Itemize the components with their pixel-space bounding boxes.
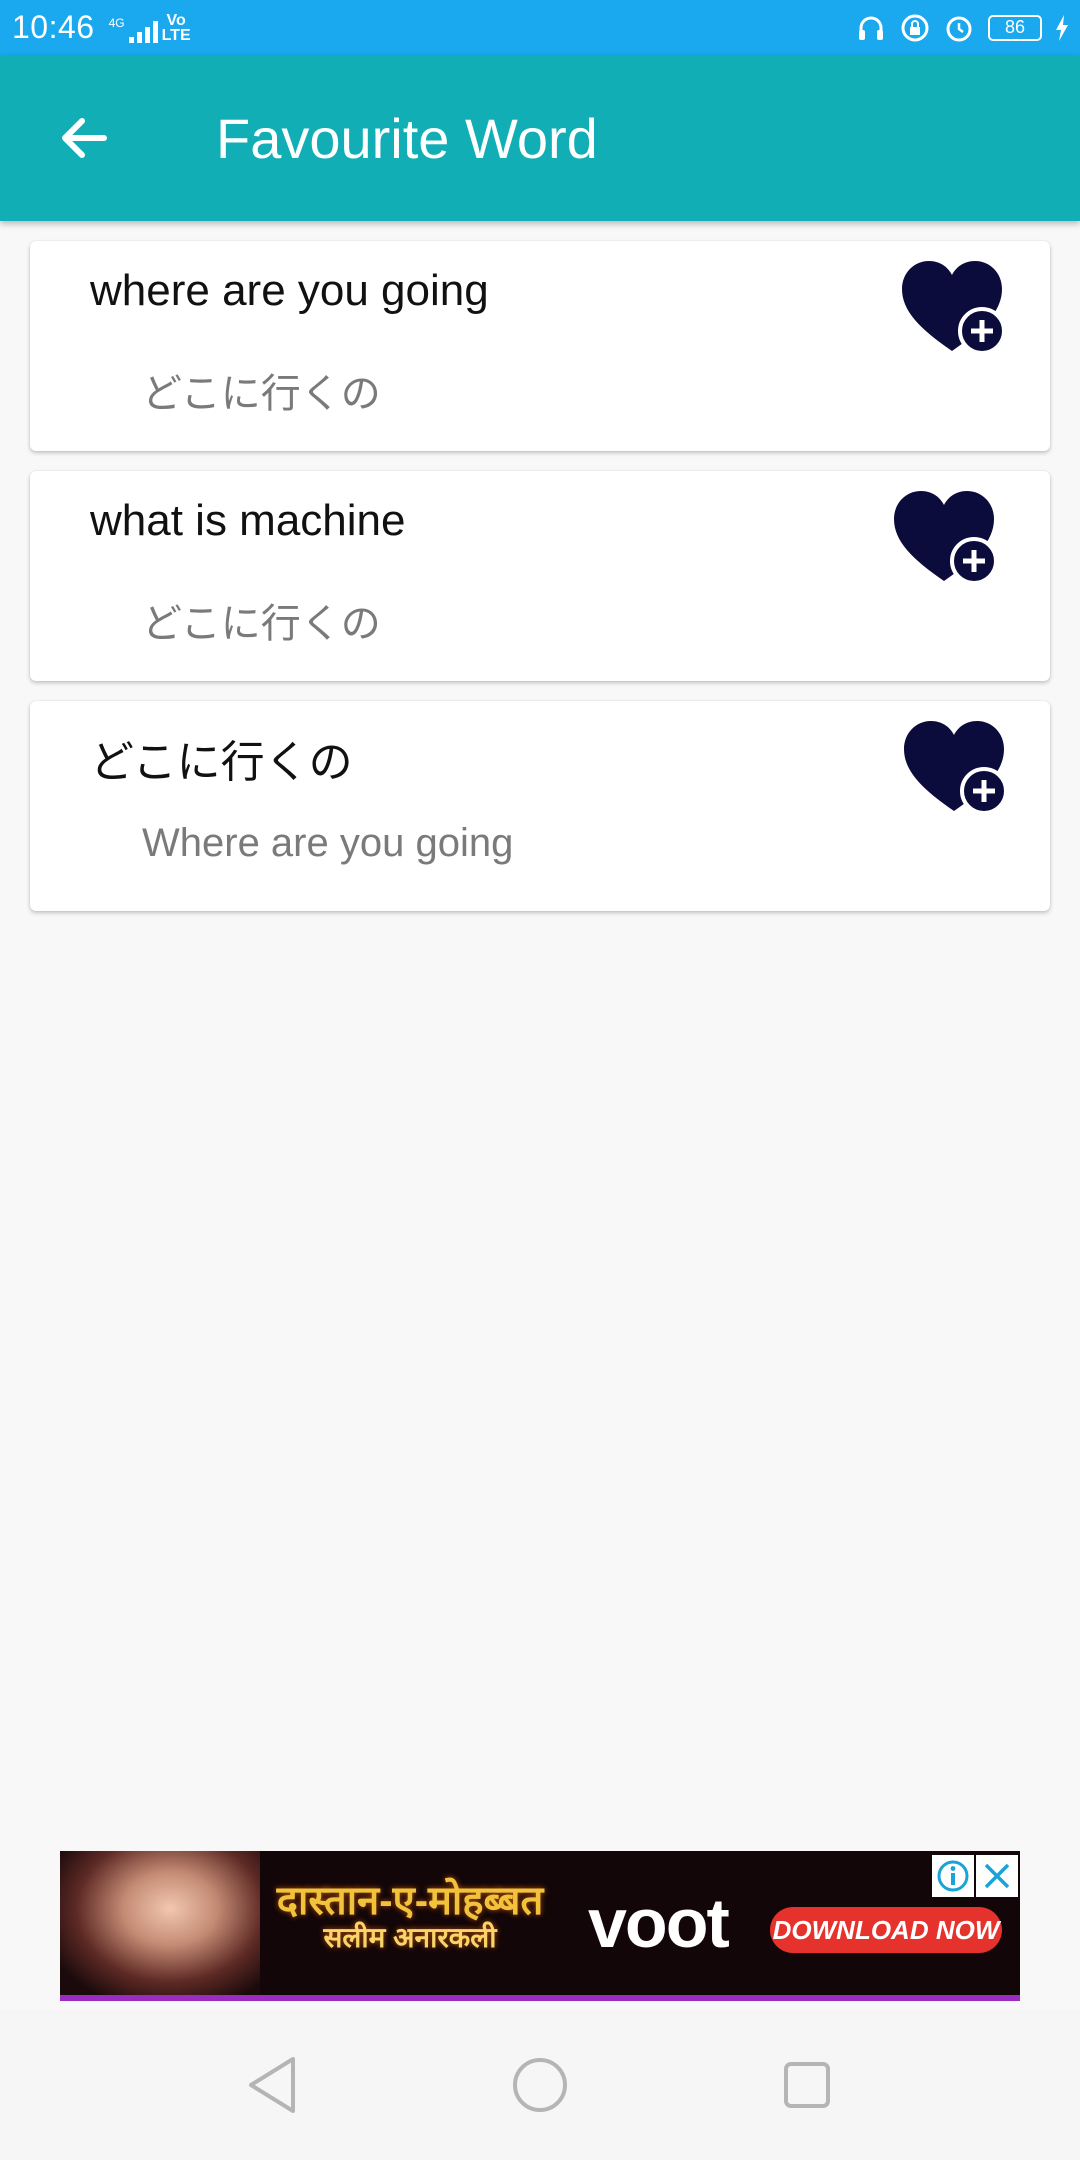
charging-icon (1056, 14, 1068, 41)
word-translation: どこに行くの (142, 372, 381, 416)
arrow-left-icon (62, 118, 107, 158)
nav-back-button[interactable] (233, 2045, 313, 2125)
network-type: 4G (108, 15, 125, 30)
ad-info-button[interactable] (932, 1855, 974, 1897)
favorite-button[interactable] (902, 719, 1012, 819)
word-text: what is machine (90, 496, 406, 545)
page-title: Favourite Word (216, 106, 598, 170)
close-icon (984, 1863, 1010, 1889)
word-translation: Where are you going (142, 821, 514, 865)
nav-home-button[interactable] (500, 2045, 580, 2125)
word-card[interactable]: どこに行くの Where are you going (30, 701, 1050, 911)
favorite-button[interactable] (900, 259, 1010, 359)
battery-icon: 86 (988, 14, 1042, 41)
ad-close-button[interactable] (976, 1855, 1018, 1897)
back-button[interactable] (42, 96, 126, 180)
triangle-back-icon (249, 2057, 296, 2113)
ad-hindi-subtitle: सलीम अनारकली (323, 1922, 497, 1953)
word-text: where are you going (90, 266, 489, 315)
word-text: どこに行くの (90, 738, 353, 787)
word-translation: どこに行くの (142, 602, 381, 646)
volte-top: Vo (166, 11, 186, 29)
nav-recents-button[interactable] (767, 2045, 847, 2125)
ad-download-button[interactable]: DOWNLOAD NOW (770, 1907, 1002, 1953)
status-time: 10:46 (12, 9, 95, 45)
volte-icon: Vo LTE (161, 11, 191, 44)
ad-hindi-title: दास्तान-ए-मोहब्बत (276, 1879, 544, 1923)
status-bar: 10:46 4G Vo LTE 86 (0, 0, 1080, 55)
circle-home-icon (512, 2058, 567, 2112)
heart-plus-icon (902, 261, 1006, 355)
info-icon (937, 1860, 969, 1892)
system-nav-bar (0, 2010, 1080, 2160)
alarm-icon (944, 13, 974, 43)
ad-brand: voot (588, 1884, 730, 1962)
network-indicator: 4G Vo LTE (108, 11, 191, 44)
battery-level: 86 (1004, 17, 1026, 37)
app-bar: Favourite Word (0, 55, 1080, 221)
favourite-word-list: where are you going どこに行くの what is machi… (30, 241, 1050, 931)
headphones-icon (856, 13, 886, 43)
ad-show-title: दास्तान-ए-मोहब्बत सलीम अनारकली (275, 1879, 545, 1969)
ad-banner[interactable]: दास्तान-ए-मोहब्बत सलीम अनारकली voot DOWN… (60, 1851, 1020, 2001)
volte-bottom: LTE (161, 26, 191, 44)
favorite-button[interactable] (892, 489, 1002, 589)
heart-plus-icon (904, 721, 1008, 815)
word-card[interactable]: where are you going どこに行くの (30, 241, 1050, 451)
status-left: 10:46 4G Vo LTE (12, 9, 191, 46)
ad-image (60, 1851, 260, 1995)
status-right: 86 (856, 13, 1068, 43)
heart-plus-icon (894, 491, 998, 585)
signal-icon (128, 20, 158, 43)
lock-rotation-icon (900, 13, 930, 43)
square-recents-icon (783, 2062, 830, 2108)
word-card[interactable]: what is machine どこに行くの (30, 471, 1050, 681)
